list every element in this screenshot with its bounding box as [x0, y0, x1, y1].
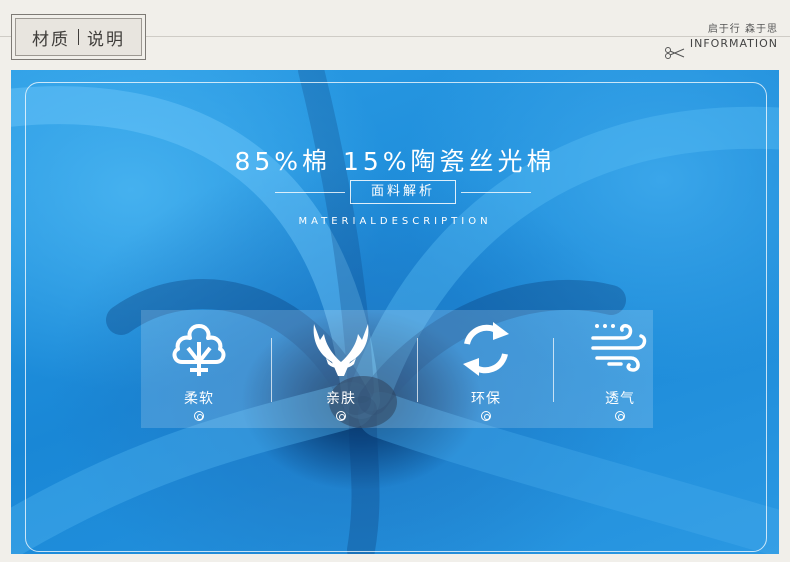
section-tag: 材质 说明 [11, 14, 146, 60]
feature-divider [417, 338, 418, 402]
feature-skin: 亲肤 [296, 318, 386, 421]
page-header: 材质 说明 启于行 森于思 INFORMATION [0, 0, 790, 70]
feature-divider [553, 338, 554, 402]
information-label: INFORMATION [689, 37, 778, 50]
feature-label-skin: 亲肤 [326, 391, 356, 407]
feature-soft: 柔软 [154, 318, 244, 421]
material-title: 85%棉 15%陶瓷丝光棉 [234, 147, 556, 176]
section-tag-right: 说明 [87, 29, 125, 50]
hands-icon [313, 324, 369, 376]
bullet-icon [481, 411, 491, 421]
subtitle-group: 面料解析 [11, 180, 779, 204]
bullet-icon [336, 411, 346, 421]
feature-eco: 环保 [441, 318, 531, 421]
subtitle-line-left [275, 192, 345, 193]
subtitle-box: 面料解析 [350, 180, 456, 204]
section-tag-left: 材质 [32, 29, 70, 50]
cotton-icon [172, 324, 226, 376]
feature-label-soft: 柔软 [184, 391, 214, 407]
feature-label-eco: 环保 [471, 391, 501, 407]
brand-slogan: 启于行 森于思 [707, 24, 778, 35]
section-tag-inner: 材质 说明 [15, 18, 142, 56]
fabric-panel: 85%棉 15%陶瓷丝光棉 面料解析 MATERIALDESCRIPTION 柔… [11, 70, 779, 554]
feature-divider [271, 338, 272, 402]
bullet-icon [615, 411, 625, 421]
tag-separator [78, 29, 79, 45]
subtitle-english: MATERIALDESCRIPTION [298, 216, 492, 227]
feature-breathable: 透气 [575, 318, 665, 421]
subtitle-line-right [461, 192, 531, 193]
recycle-icon [463, 322, 509, 376]
scissors-icon [665, 47, 685, 59]
wind-icon [591, 324, 647, 372]
bullet-icon [194, 411, 204, 421]
feature-label-breathable: 透气 [605, 391, 635, 407]
